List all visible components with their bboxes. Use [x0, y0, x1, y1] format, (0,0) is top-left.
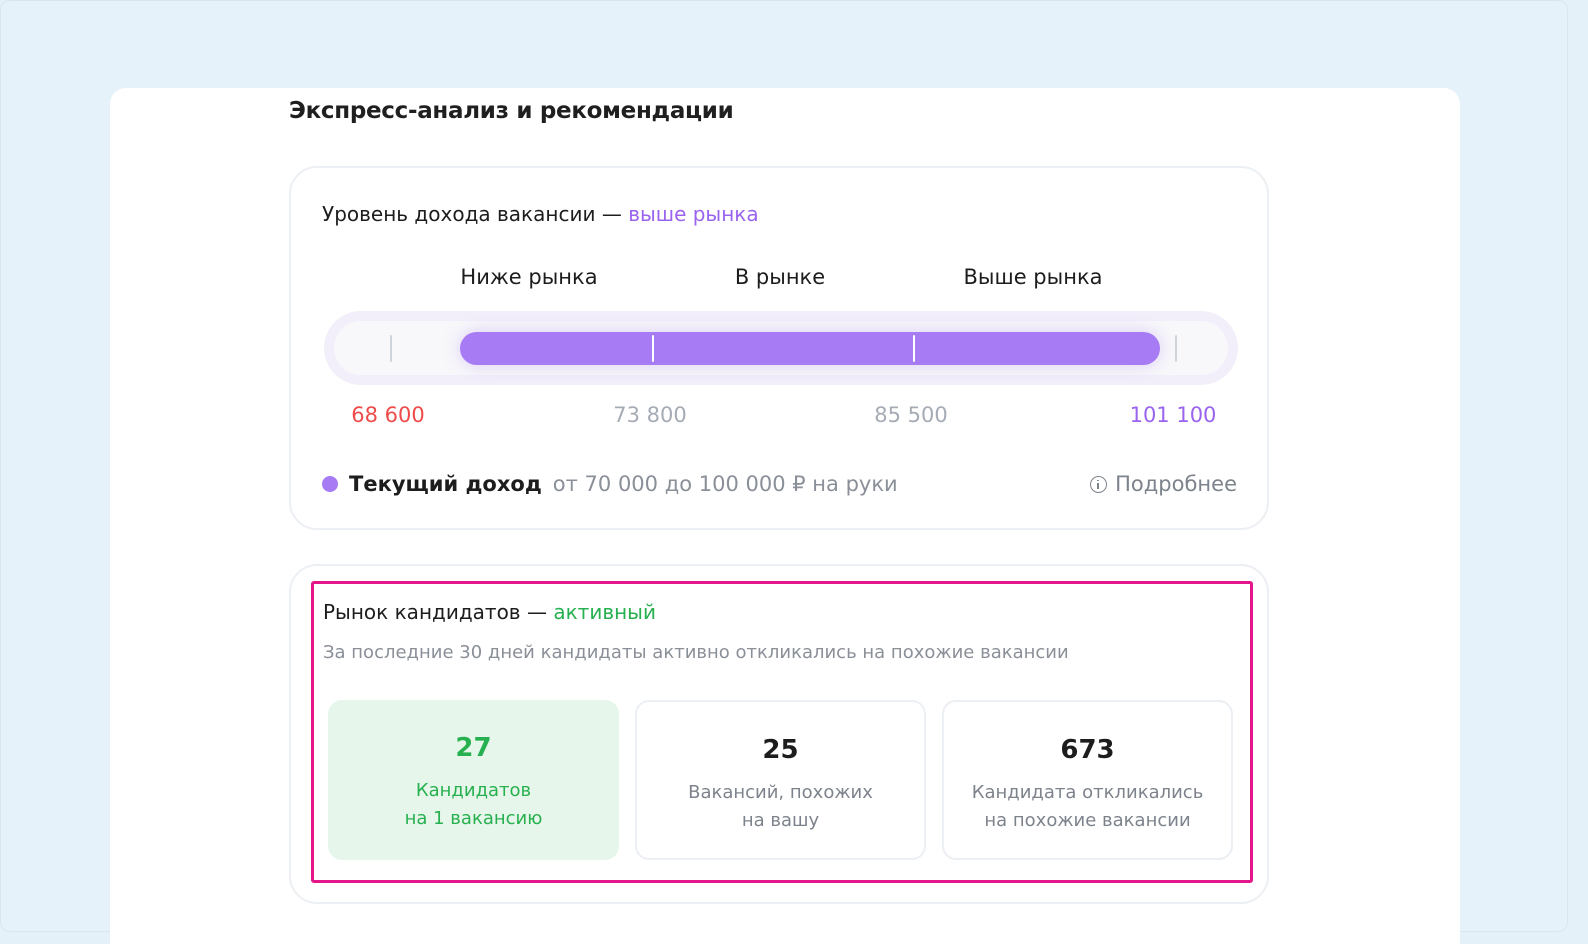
stat-description-line: на вашу: [741, 810, 820, 831]
income-level-card: Уровень дохода вакансии — выше рынка Ниж…: [289, 166, 1269, 530]
stat-description-line: Кандидата откликались: [971, 782, 1204, 803]
stat-value: 673: [1060, 735, 1115, 765]
stat-description: Вакансий, похожих на вашу: [637, 779, 924, 835]
zone-label-below: Ниже рынка: [460, 265, 598, 289]
income-status-text: выше рынка: [628, 202, 759, 226]
income-title-text: Уровень дохода вакансии —: [322, 202, 622, 226]
stat-description-line: на 1 вакансию: [404, 808, 543, 829]
stat-value: 27: [455, 733, 492, 763]
stat-description-line: Вакансий, похожих: [688, 782, 873, 803]
market-title-text: Рынок кандидатов —: [323, 600, 547, 624]
details-label: Подробнее: [1115, 472, 1237, 496]
page-title: Экспресс-анализ и рекомендации: [289, 98, 734, 124]
stat-card-candidates-per-vacancy: 27 Кандидатов на 1 вакансию: [328, 700, 619, 860]
scale-tick: [390, 335, 392, 362]
stat-card-similar-vacancies: 25 Вакансий, похожих на вашу: [635, 700, 926, 860]
scale-value-low: 73 800: [613, 403, 687, 427]
candidate-market-card: Рынок кандидатов — активный За последние…: [289, 564, 1269, 904]
market-status-text: активный: [553, 600, 656, 624]
zone-label-above: Выше рынка: [963, 265, 1103, 289]
scale-value-min: 68 600: [351, 403, 425, 427]
stat-description: Кандидата откликались на похожие ваканси…: [944, 779, 1231, 835]
stat-value: 25: [762, 735, 799, 765]
income-range-bar: [324, 311, 1238, 385]
current-income-row: Текущий доход от 70 000 до 100 000 ₽ на …: [322, 470, 1237, 498]
stat-description-line: на похожие вакансии: [984, 810, 1191, 831]
current-income-label: Текущий доход: [349, 472, 542, 496]
scale-value-high: 85 500: [874, 403, 948, 427]
current-income-dot: [322, 476, 338, 492]
stat-description: Кандидатов на 1 вакансию: [328, 777, 619, 833]
market-subtitle: За последние 30 дней кандидаты активно о…: [323, 642, 1069, 663]
scale-value-max: 101 100: [1129, 403, 1217, 427]
market-title: Рынок кандидатов — активный: [323, 600, 656, 624]
scale-tick: [1175, 335, 1177, 362]
scale-tick: [913, 335, 915, 362]
current-income-range-fill: [460, 332, 1160, 365]
income-level-title: Уровень дохода вакансии — выше рынка: [322, 202, 759, 226]
current-income-range: от 70 000 до 100 000 ₽ на руки: [552, 472, 898, 496]
scale-tick: [652, 335, 654, 362]
info-icon: [1090, 475, 1108, 493]
stat-description-line: Кандидатов: [415, 780, 532, 801]
zone-label-in: В рынке: [734, 265, 826, 289]
stat-card-responding-candidates: 673 Кандидата откликались на похожие вак…: [942, 700, 1233, 860]
details-link[interactable]: Подробнее: [1090, 472, 1237, 496]
